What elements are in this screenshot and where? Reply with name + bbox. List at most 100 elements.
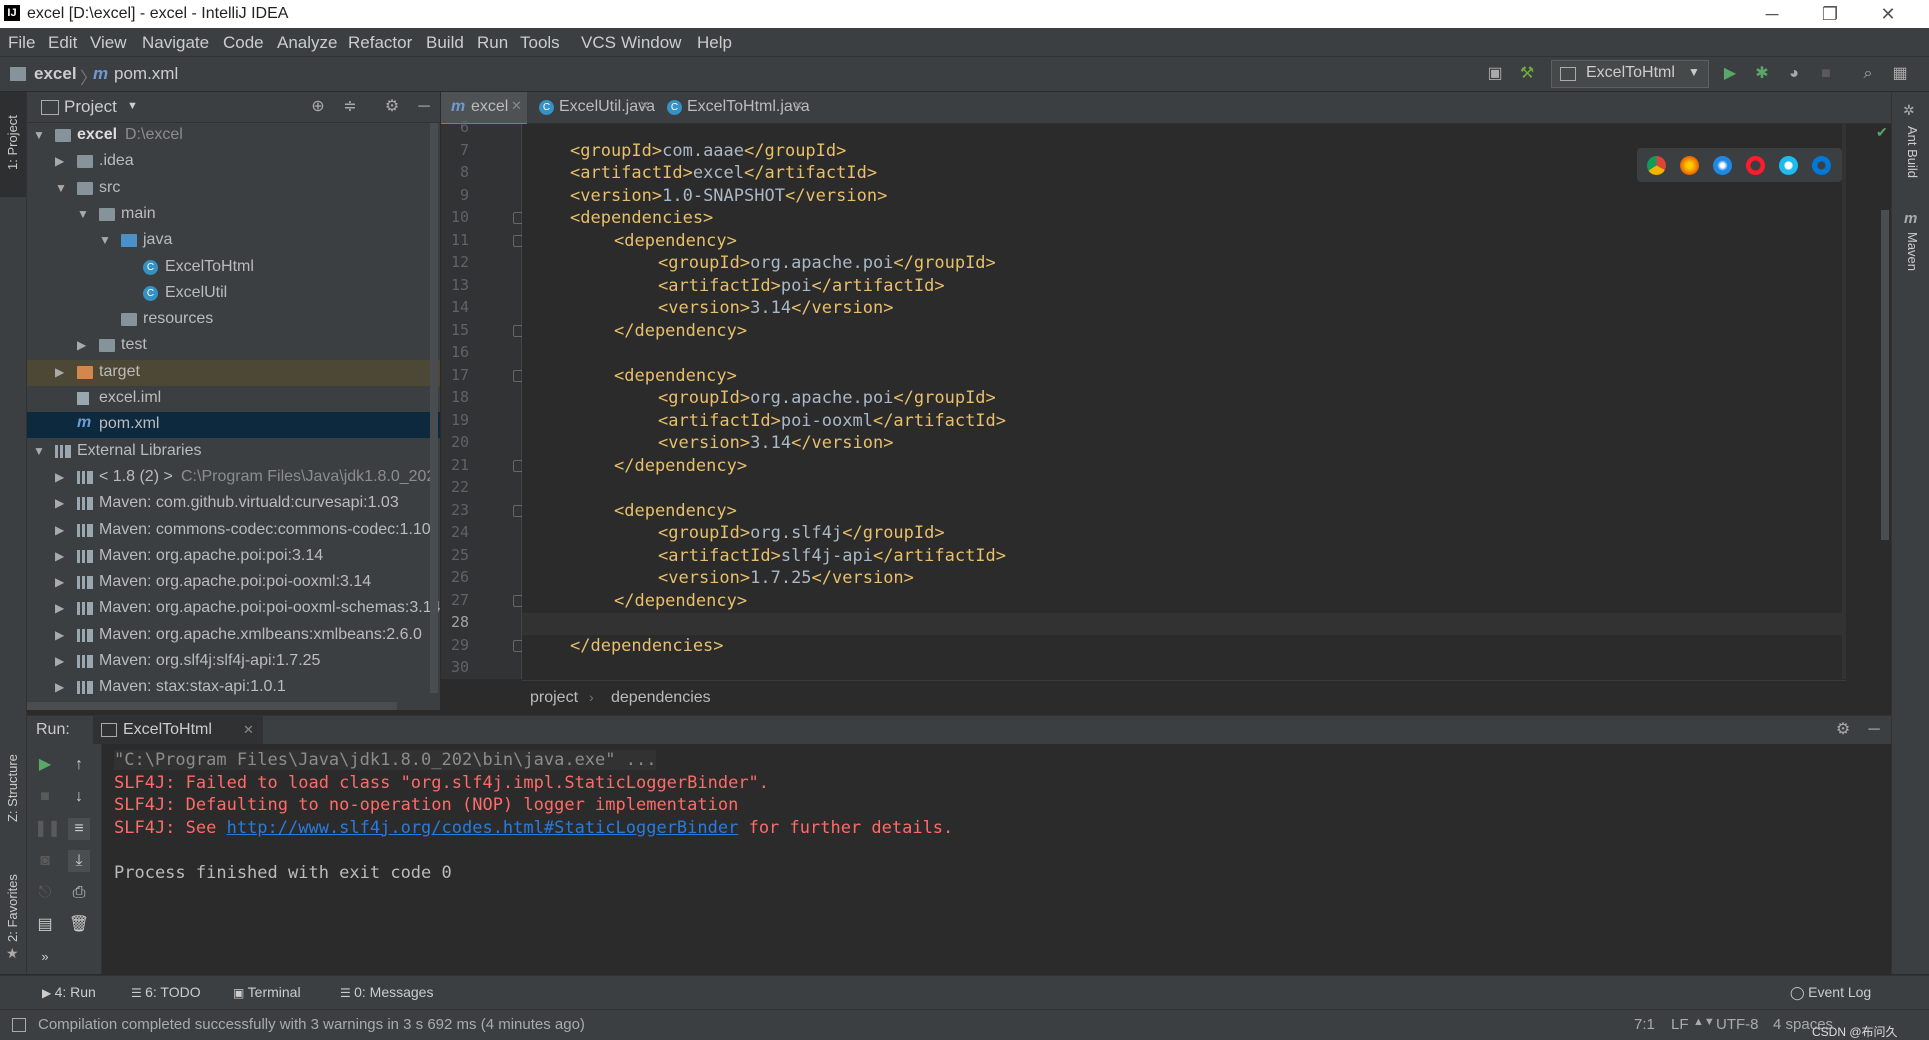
chevron-right-icon[interactable]: ▶ (55, 154, 64, 168)
ie-icon[interactable] (1779, 156, 1798, 175)
hide-panel-icon[interactable]: ─ (1863, 719, 1885, 741)
close-button[interactable]: ✕ (1868, 2, 1908, 26)
code-editor[interactable]: <groupId>com.aaae</groupId> <artifactId>e… (522, 124, 1846, 679)
debug-icon[interactable]: ✱ (1751, 63, 1773, 85)
chevron-right-icon[interactable]: ▶ (55, 365, 64, 379)
close-tab-icon[interactable]: ✕ (639, 98, 650, 114)
run-console[interactable]: "C:\Program Files\Java\jdk1.8.0_202\bin\… (102, 744, 1891, 974)
build-hammer-icon[interactable]: ⚒ (1516, 63, 1538, 85)
tree-scrollbar[interactable] (430, 123, 438, 693)
tree-item[interactable]: ▶ Maven: org.apache.poi:poi-ooxml-schemas… (27, 596, 440, 622)
project-panel-title[interactable]: Project (64, 97, 117, 117)
nav-project[interactable]: excel (34, 64, 77, 84)
chevron-right-icon[interactable]: ▶ (55, 549, 64, 563)
menu-analyze[interactable]: Analyze (277, 33, 337, 53)
tree-horizontal-scrollbar[interactable] (27, 702, 397, 710)
todo-tool-tab[interactable]: ☰ 6: TODO (131, 984, 201, 1000)
chevron-down-icon[interactable]: ▼ (77, 207, 89, 221)
messages-tool-tab[interactable]: ☰ 0: Messages (340, 984, 433, 1000)
more-icon[interactable]: » (34, 946, 56, 968)
gear-icon[interactable]: ⚙ (1832, 719, 1854, 741)
search-icon[interactable]: ⌕ (1857, 63, 1879, 85)
chevron-down-icon[interactable]: ▼ (33, 444, 45, 458)
tree-item[interactable]: ▼ java (27, 228, 440, 254)
tree-item[interactable]: ▶ Maven: com.github.virtuald:curvesapi:1.… (27, 491, 440, 517)
chevron-down-icon[interactable]: ▼ (33, 128, 45, 142)
restore-button[interactable]: ❐ (1810, 2, 1850, 26)
pause-icon[interactable]: ❚❚ (34, 818, 61, 840)
exit-icon[interactable]: ⎋ (34, 882, 56, 904)
tree-item[interactable]: ▶ Maven: org.apache.poi:poi-ooxml:3.14 (27, 570, 440, 596)
chevron-down-icon[interactable]: ▼ (55, 181, 67, 195)
chevron-right-icon[interactable]: ▶ (55, 470, 64, 484)
tree-item[interactable]: ▶ target (27, 359, 440, 386)
menu-tools[interactable]: Tools (520, 33, 560, 53)
run-tab-excel-to-html[interactable]: ExcelToHtml ✕ (93, 716, 263, 744)
firefox-icon[interactable] (1680, 156, 1699, 175)
menu-window[interactable]: Window (621, 33, 681, 53)
gear-icon[interactable]: ⚙ (381, 96, 403, 118)
safari-icon[interactable] (1713, 156, 1732, 175)
collapse-all-icon[interactable]: ≑ (339, 96, 361, 118)
locate-icon[interactable]: ⊕ (307, 96, 329, 118)
project-tool-tab[interactable]: 1: Project (0, 92, 26, 197)
rerun-icon[interactable]: ▶ (34, 754, 56, 776)
opera-icon[interactable] (1746, 156, 1765, 175)
tree-item[interactable]: ▶ test (27, 333, 440, 359)
chevron-right-icon[interactable]: ▶ (55, 523, 64, 537)
chevron-right-icon[interactable]: ▶ (55, 628, 64, 642)
chevron-right-icon[interactable]: ▶ (55, 680, 64, 694)
menu-view[interactable]: View (90, 33, 127, 53)
camera-icon[interactable]: ◙ (34, 850, 56, 872)
project-structure-icon[interactable]: ▣ (1484, 63, 1506, 85)
close-tab-icon[interactable]: ✕ (243, 722, 254, 738)
chevron-right-icon[interactable]: ▶ (55, 575, 64, 589)
tree-item[interactable]: ▼ main (27, 202, 440, 228)
print-icon[interactable]: ⎙ (68, 882, 90, 904)
editor-scrollbar[interactable] (1881, 210, 1889, 540)
down-arrow-icon[interactable]: ↓ (68, 786, 90, 808)
project-structure-settings-icon[interactable]: ▦ (1889, 63, 1911, 85)
tree-item[interactable]: ▼ excel D:\excel (27, 123, 440, 149)
menu-refactor[interactable]: Refactor (348, 33, 412, 53)
tree-item[interactable]: ▶ Maven: org.apache.poi:poi:3.14 (27, 544, 440, 570)
menu-code[interactable]: Code (223, 33, 264, 53)
editor-tab[interactable]: C ExcelToHtml.java ✕ (657, 92, 810, 123)
maven-tab[interactable]: Maven (1905, 232, 1920, 271)
stop-icon[interactable]: ■ (1815, 63, 1837, 85)
stop-icon[interactable]: ■ (34, 786, 56, 808)
chevron-right-icon[interactable]: ▶ (77, 338, 86, 352)
tree-item[interactable]: excel.iml (27, 386, 440, 412)
menu-navigate[interactable]: Navigate (142, 33, 209, 53)
ant-build-tab[interactable]: Ant Build (1905, 126, 1920, 178)
edge-icon[interactable] (1812, 156, 1831, 175)
chevron-down-icon[interactable]: ▼ (127, 100, 138, 112)
soft-wrap-icon[interactable]: ≡ (68, 818, 90, 840)
structure-tab-label[interactable]: Z: Structure (5, 754, 20, 822)
menu-vcs[interactable]: VCS (581, 33, 616, 53)
scroll-to-end-icon[interactable]: ⤓ (68, 850, 90, 872)
breadcrumb-project[interactable]: project (530, 689, 578, 707)
run-icon[interactable]: ▶ (1719, 63, 1741, 85)
coverage-icon[interactable]: ◕ (1783, 63, 1805, 85)
favorites-tab-label[interactable]: 2: Favorites (5, 874, 20, 942)
cursor-position[interactable]: 7:1 (1634, 1016, 1655, 1033)
tree-item[interactable]: resources (27, 307, 440, 333)
chevron-right-icon[interactable]: ▶ (55, 601, 64, 615)
tree-item[interactable]: C ExcelToHtml (27, 255, 440, 281)
trash-icon[interactable]: 🗑 (68, 914, 90, 936)
editor-tab[interactable]: C ExcelUtil.java ✕ (529, 92, 655, 123)
layout-icon[interactable]: ▤ (34, 914, 56, 936)
run-config-dropdown[interactable]: ExcelToHtml ▼ (1551, 60, 1709, 88)
tree-item[interactable]: m pom.xml (27, 412, 440, 439)
menu-help[interactable]: Help (697, 33, 732, 53)
chrome-icon[interactable] (1647, 156, 1666, 175)
close-tab-icon[interactable]: ✕ (793, 98, 804, 114)
run-tool-tab[interactable]: ▶ 4: Run (42, 984, 96, 1000)
hide-panel-icon[interactable]: ─ (413, 96, 435, 118)
chevron-right-icon[interactable]: ▶ (55, 496, 64, 510)
chevron-down-icon[interactable]: ▼ (99, 233, 111, 247)
menu-build[interactable]: Build (426, 33, 464, 53)
tree-item[interactable]: ▼ External Libraries (27, 439, 440, 465)
close-tab-icon[interactable]: ✕ (511, 98, 522, 114)
